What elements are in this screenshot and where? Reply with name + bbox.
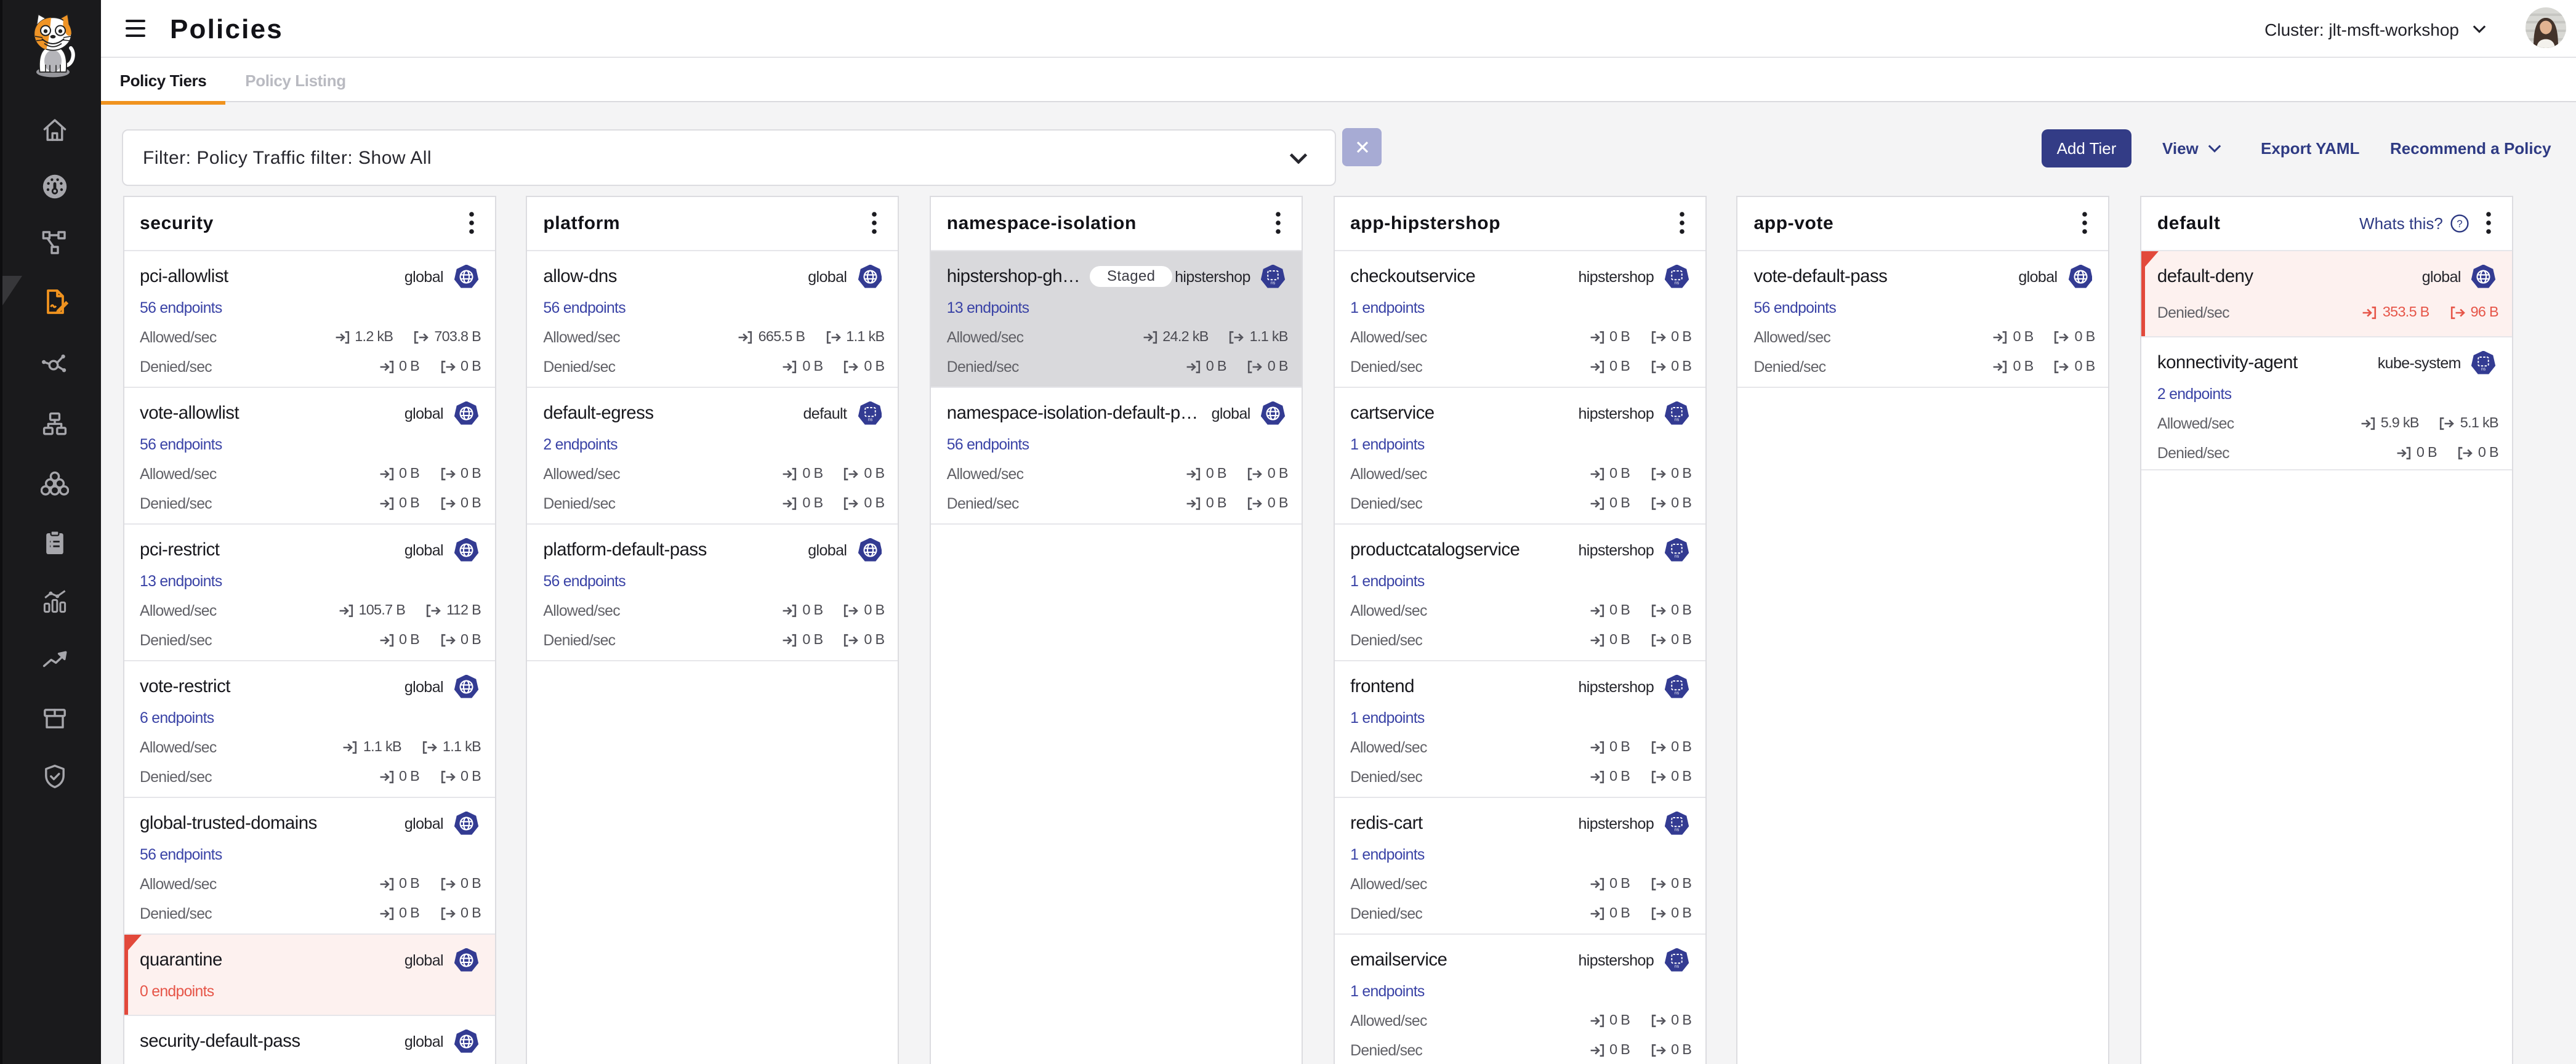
svg-text:ns: ns [1675,554,1680,558]
svg-text:ns: ns [2482,367,2487,371]
svg-text:ns: ns [1271,281,1276,285]
svg-text:ns: ns [1675,828,1680,832]
svg-text:ns: ns [1675,691,1680,695]
svg-text:ns: ns [1675,281,1680,285]
svg-text:?: ? [2457,218,2462,230]
svg-text:ns: ns [1675,417,1680,422]
svg-text:ns: ns [867,417,872,422]
svg-text:ns: ns [1675,964,1680,969]
